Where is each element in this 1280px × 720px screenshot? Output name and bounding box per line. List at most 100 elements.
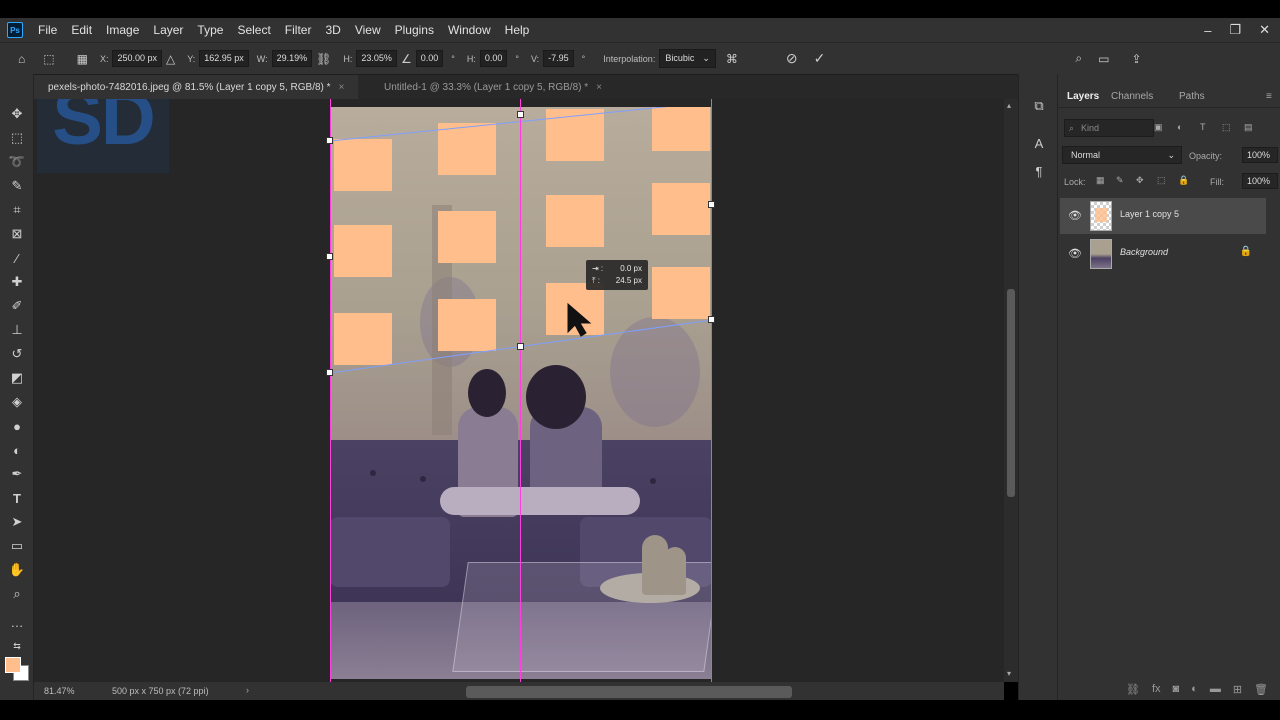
panel-menu-icon[interactable]: ≡ [1266,86,1272,108]
filter-pixel-icon[interactable]: ▣ [1154,122,1163,133]
x-field[interactable]: 250.00 px [112,50,162,67]
angle-field[interactable]: 0.00 [415,50,444,67]
new-layer-icon[interactable]: ⊞ [1233,683,1242,696]
interpolation-select[interactable]: Bicubic ⌄ [659,49,716,68]
foreground-color-swatch[interactable] [5,657,21,673]
zoom-tool-icon[interactable]: ⌕ [7,584,27,604]
eyedropper-tool-icon[interactable]: ⁄ [7,248,27,268]
guide-left[interactable] [330,99,331,682]
reference-point-icon[interactable]: ▦ [77,52,88,66]
menu-window[interactable]: Window [441,18,498,42]
transform-handle-middle-left[interactable] [326,253,333,260]
add-mask-icon[interactable]: ◙ [1173,683,1180,695]
menu-select[interactable]: Select [230,18,277,42]
new-group-icon[interactable]: ▬ [1210,683,1221,695]
filter-type-icon[interactable]: T [1200,122,1206,132]
hand-tool-icon[interactable]: ✋ [7,560,27,580]
tab-channels[interactable]: Channels [1111,86,1153,108]
transform-handle-bottom-center[interactable] [517,343,524,350]
fill-field[interactable]: 100% [1242,173,1278,189]
trash-icon[interactable]: 🗑 [1254,683,1268,696]
lock-transparent-icon[interactable]: ▦ [1096,175,1105,186]
menu-help[interactable]: Help [498,18,537,42]
dodge-tool-icon[interactable]: ◐ [7,440,27,460]
guide-right[interactable] [711,99,712,682]
menu-image[interactable]: Image [99,18,146,42]
warp-icon[interactable]: ⌘ [726,52,738,66]
paint-bucket-tool-icon[interactable]: ◈ [7,392,27,412]
y-field[interactable]: 162.95 px [199,50,249,67]
vskew-field[interactable]: -7.95 [543,50,574,67]
history-brush-tool-icon[interactable]: ↺ [7,344,27,364]
link-icon[interactable]: ⛓ [316,52,331,66]
status-menu-arrow[interactable]: › [246,685,249,695]
cancel-transform-icon[interactable]: ⊘ [786,50,798,67]
transform-handle-bottom-left[interactable] [326,369,333,376]
tab-paths[interactable]: Paths [1179,86,1205,108]
lock-position-icon[interactable]: ✥ [1136,175,1144,186]
menu-layer[interactable]: Layer [146,18,190,42]
lock-artboard-icon[interactable]: ⬚ [1157,175,1166,186]
home-icon[interactable]: ⌂ [18,52,25,66]
restore-icon[interactable]: ❐ [1229,22,1241,38]
path-select-tool-icon[interactable]: ➤ [7,512,27,532]
opacity-field[interactable]: 100% [1242,147,1278,163]
hskew-field[interactable]: 0.00 [479,50,508,67]
vertical-scroll-thumb[interactable] [1007,289,1015,497]
lock-all-icon[interactable]: 🔒 [1178,175,1189,186]
lock-icon[interactable]: 🔒 [1240,246,1252,257]
zoom-level[interactable]: 81.47% [44,686,75,696]
paragraph-panel-icon[interactable]: ¶ [1031,164,1047,180]
eye-icon[interactable]: 👁 [1068,247,1082,260]
close-tab-icon[interactable]: × [596,82,602,93]
transform-handle-top-center[interactable] [517,111,524,118]
commit-transform-icon[interactable]: ✓ [814,50,826,67]
filter-smart-object-icon[interactable]: ▤ [1244,122,1253,133]
scroll-up-icon[interactable]: ▴ [1007,101,1011,110]
frame-tool-icon[interactable]: ⊠ [7,224,27,244]
vertical-scrollbar[interactable]: ▴ ▾ [1004,99,1018,682]
menu-view[interactable]: View [348,18,388,42]
stamp-tool-icon[interactable]: ⊥ [7,320,27,340]
doc-tab-untitled[interactable]: Untitled-1 @ 33.3% (Layer 1 copy 5, RGB/… [370,75,616,100]
fx-icon[interactable]: fx [1152,683,1161,695]
crop-tool-icon[interactable]: ⌗ [7,200,27,220]
doc-tab-pexels[interactable]: pexels-photo-7482016.jpeg @ 81.5% (Layer… [34,75,359,100]
layer-name[interactable]: Layer 1 copy 5 [1120,209,1179,219]
guide-center[interactable] [520,99,521,682]
menu-edit[interactable]: Edit [64,18,99,42]
layer-filter-kind[interactable]: ⌕ Kind [1064,119,1154,137]
adjustment-layer-icon[interactable]: ◐ [1191,683,1198,695]
close-tab-icon[interactable]: × [339,82,345,93]
history-panel-icon[interactable]: ⧉ [1031,98,1047,114]
move-tool-icon[interactable]: ✥ [7,104,27,124]
blend-mode-select[interactable]: Normal ⌄ [1062,146,1182,164]
filter-shape-icon[interactable]: ⬚ [1222,122,1231,133]
menu-plugins[interactable]: Plugins [388,18,441,42]
type-tool-icon[interactable]: T [7,488,27,508]
quick-select-tool-icon[interactable]: ✎ [7,176,27,196]
minimize-icon[interactable]: – [1204,23,1211,38]
share-icon[interactable]: ⇪ [1131,52,1141,66]
transform-handle-top-left[interactable] [326,137,333,144]
blur-tool-icon[interactable]: ● [7,416,27,436]
eraser-tool-icon[interactable]: ◩ [7,368,27,388]
menu-3d[interactable]: 3D [318,18,347,42]
transform-handle-middle-right[interactable] [708,201,715,208]
lock-image-icon[interactable]: ✎ [1116,175,1124,186]
healing-tool-icon[interactable]: ✚ [7,272,27,292]
eye-icon[interactable]: 👁 [1068,209,1082,222]
layer-row-layer-1-copy-5[interactable]: 👁 Layer 1 copy 5 [1060,198,1266,234]
filter-adjustment-icon[interactable]: ◐ [1177,122,1182,132]
menu-filter[interactable]: Filter [278,18,319,42]
default-colors-icon[interactable]: ⇆ [7,636,27,656]
layer-name[interactable]: Background [1120,247,1168,257]
rectangle-tool-icon[interactable]: ▭ [7,536,27,556]
character-panel-icon[interactable]: A [1031,136,1047,152]
scroll-down-icon[interactable]: ▾ [1007,669,1011,678]
horizontal-scroll-thumb[interactable] [466,686,792,698]
document-canvas[interactable] [330,107,712,679]
pen-tool-icon[interactable]: ✒ [7,464,27,484]
delta-icon[interactable]: △ [166,52,175,66]
transform-bounding-box[interactable] [330,107,712,679]
